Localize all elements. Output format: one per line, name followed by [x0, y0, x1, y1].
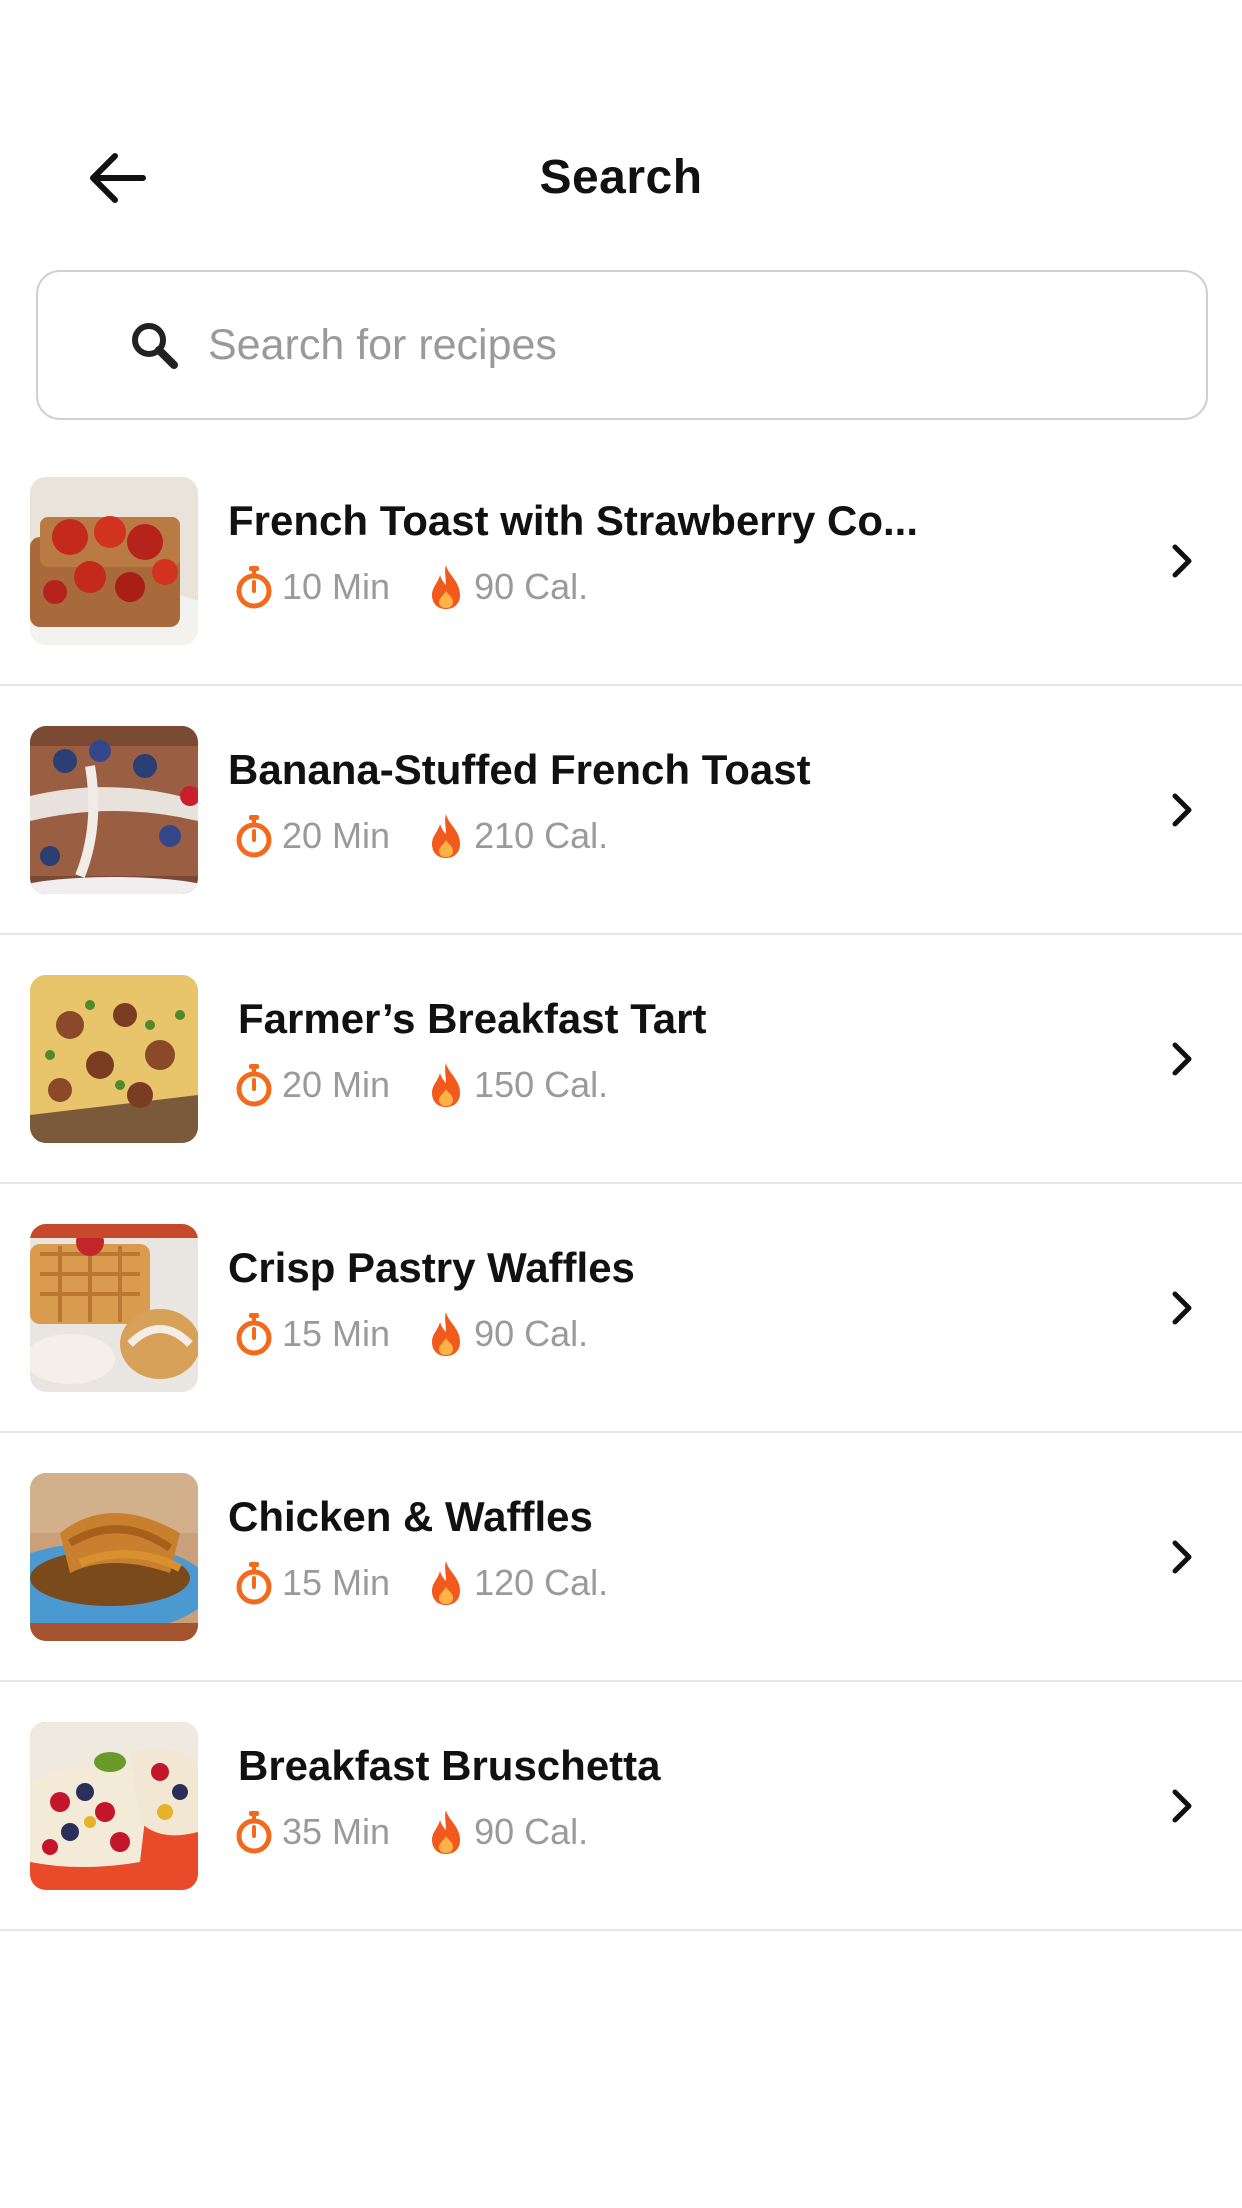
chevron-right-icon[interactable] [1162, 1278, 1202, 1338]
recipe-meta: 35 Min 90 Cal. [232, 1802, 588, 1862]
search-input[interactable] [206, 319, 1170, 371]
recipe-list-item[interactable]: Breakfast Bruschetta 35 Min 90 Cal. [0, 1682, 1242, 1931]
recipe-time: 35 Min [282, 1811, 391, 1852]
recipe-title: French Toast with Strawberry Co... [228, 497, 919, 544]
flame-icon [424, 1807, 468, 1857]
timer-icon [232, 562, 276, 612]
chevron-right-icon[interactable] [1162, 531, 1202, 591]
recipe-time: 15 Min [282, 1313, 391, 1354]
recipe-meta: 20 Min 150 Cal. [232, 1055, 608, 1115]
timer-icon [232, 811, 276, 861]
recipe-thumbnail [30, 1473, 198, 1641]
header-bar: Search [0, 120, 1242, 240]
recipe-calories: 120 Cal. [474, 1562, 609, 1603]
flame-icon [424, 562, 468, 612]
recipe-thumbnail [30, 726, 198, 894]
chevron-right-icon[interactable] [1162, 780, 1202, 840]
recipe-thumbnail [30, 1224, 198, 1392]
recipe-time: 15 Min [282, 1562, 391, 1603]
recipe-calories: 90 Cal. [474, 1313, 589, 1354]
recipe-list-item[interactable]: Chicken & Waffles 15 Min 120 Cal. [0, 1433, 1242, 1682]
recipe-time: 20 Min [282, 1064, 391, 1105]
recipe-list-item[interactable]: Crisp Pastry Waffles 15 Min 90 Cal. [0, 1184, 1242, 1433]
recipe-list-item[interactable]: Banana-Stuffed French Toast 20 Min 210 C… [0, 686, 1242, 935]
search-box[interactable] [36, 270, 1208, 420]
recipe-title: Farmer’s Breakfast Tart [238, 995, 707, 1042]
recipe-meta: 10 Min 90 Cal. [232, 557, 588, 617]
recipe-meta: 15 Min 90 Cal. [232, 1304, 588, 1364]
page-title: Search [539, 151, 703, 204]
recipe-list-item[interactable]: French Toast with Strawberry Co... 10 Mi… [0, 437, 1242, 686]
chevron-right-icon[interactable] [1162, 1527, 1202, 1587]
flame-icon [424, 1558, 468, 1608]
recipe-title: Crisp Pastry Waffles [228, 1244, 635, 1291]
recipe-calories: 150 Cal. [474, 1064, 609, 1105]
timer-icon [232, 1060, 276, 1110]
recipe-meta: 15 Min 120 Cal. [232, 1553, 608, 1613]
recipe-list: French Toast with Strawberry Co... 10 Mi… [0, 437, 1242, 1931]
recipe-thumbnail [30, 1722, 198, 1890]
timer-icon [232, 1807, 276, 1857]
flame-icon [424, 1309, 468, 1359]
timer-icon [232, 1309, 276, 1359]
recipe-calories: 90 Cal. [474, 1811, 589, 1852]
recipe-title: Breakfast Bruschetta [238, 1742, 661, 1789]
recipe-time: 10 Min [282, 566, 391, 607]
recipe-calories: 210 Cal. [474, 815, 609, 856]
recipe-list-item[interactable]: Farmer’s Breakfast Tart 20 Min 150 Cal. [0, 935, 1242, 1184]
flame-icon [424, 1060, 468, 1110]
recipe-thumbnail [30, 975, 198, 1143]
recipe-title: Banana-Stuffed French Toast [228, 746, 811, 793]
chevron-right-icon[interactable] [1162, 1776, 1202, 1836]
chevron-right-icon[interactable] [1162, 1029, 1202, 1089]
recipe-thumbnail [30, 477, 198, 645]
flame-icon [424, 811, 468, 861]
search-icon [126, 317, 182, 373]
recipe-calories: 90 Cal. [474, 566, 589, 607]
recipe-time: 20 Min [282, 815, 391, 856]
recipe-title: Chicken & Waffles [228, 1493, 593, 1540]
recipe-meta: 20 Min 210 Cal. [232, 806, 608, 866]
timer-icon [232, 1558, 276, 1608]
